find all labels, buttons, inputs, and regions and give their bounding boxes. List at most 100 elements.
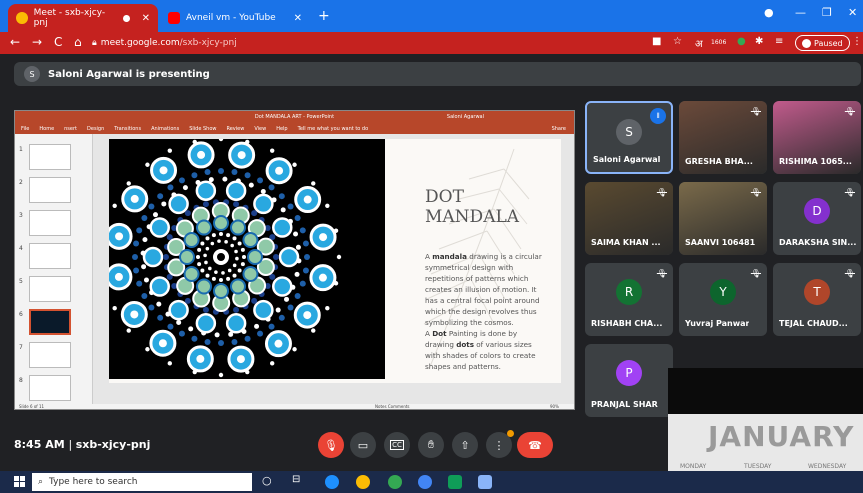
extension-badge[interactable]: 1606 bbox=[711, 39, 726, 46]
participant-tile[interactable]: SAIMA KHAN ... 🎙︎ bbox=[585, 182, 673, 255]
participant-name: Yuvraj Panwar bbox=[685, 319, 750, 328]
mic-off-button[interactable]: 🎙︎ bbox=[318, 432, 344, 458]
participant-tile[interactable]: RISHIMA 1065... 🎙︎ bbox=[773, 101, 861, 174]
slide-thumbnail[interactable] bbox=[29, 375, 71, 401]
ppt-menu-item[interactable]: Tell me what you want to do bbox=[298, 126, 369, 132]
search-placeholder: Type here to search bbox=[49, 477, 138, 487]
camera-indicator-icon[interactable]: ■ bbox=[652, 36, 661, 47]
meet-icon bbox=[16, 12, 28, 24]
windows-start-icon[interactable] bbox=[14, 476, 25, 487]
home-icon[interactable]: ⌂ bbox=[74, 35, 82, 49]
address-bar: ← → C ⌂ 🔒︎ meet.google.com/sxb-xjcy-pnj … bbox=[0, 32, 863, 54]
participant-tile[interactable]: GRESHA BHA... 🎙︎ bbox=[679, 101, 767, 174]
tab-meet[interactable]: Meet - sxb-xjcy-pnj ✕ bbox=[8, 4, 158, 32]
participant-tile[interactable]: P PRANJAL SHAR bbox=[585, 344, 673, 417]
profile-paused-button[interactable]: Paused bbox=[795, 35, 850, 51]
slide-thumbnail[interactable] bbox=[29, 243, 71, 269]
participant-tile[interactable]: S Saloni Agarwal ⦀ bbox=[585, 101, 673, 174]
puzzle-icon[interactable]: ✱ bbox=[755, 36, 763, 47]
app-blue-icon[interactable] bbox=[418, 475, 432, 489]
ppt-menu-item[interactable]: Design bbox=[87, 126, 104, 132]
slide-thumbnail[interactable] bbox=[29, 309, 71, 335]
new-tab-button[interactable]: + bbox=[318, 8, 330, 24]
participant-name: Saloni Agarwal bbox=[593, 155, 661, 164]
participant-tile[interactable]: T TEJAL CHAUD... 🎙︎ bbox=[773, 263, 861, 336]
bookmark-star-icon[interactable]: ☆ bbox=[673, 36, 682, 47]
slide-thumbnail[interactable] bbox=[29, 177, 71, 203]
mic-off-icon: 🎙︎ bbox=[750, 269, 761, 278]
thumbnail-number: 7 bbox=[19, 344, 23, 351]
chrome-icon[interactable] bbox=[356, 475, 370, 489]
participant-tile[interactable]: R RISHABH CHA... 🎙︎ bbox=[585, 263, 673, 336]
participant-name: SAIMA KHAN ... bbox=[591, 238, 661, 247]
queue-icon[interactable]: ≡ bbox=[775, 36, 783, 47]
close-tab-icon[interactable]: ✕ bbox=[294, 13, 302, 24]
ppt-menu-item[interactable]: Animations bbox=[151, 126, 179, 132]
more-vert-icon: ⋮ bbox=[493, 438, 505, 452]
thumbnail-number: 5 bbox=[19, 278, 23, 285]
more-button[interactable]: ⋮ bbox=[486, 430, 514, 458]
avatar: Y bbox=[710, 279, 736, 305]
participant-tile[interactable]: Y Yuvraj Panwar 🎙︎ bbox=[679, 263, 767, 336]
slide-thumbnail[interactable] bbox=[29, 144, 71, 170]
leave-button[interactable]: ☎︎ bbox=[517, 432, 553, 458]
slide-text-run: dots bbox=[456, 340, 474, 349]
forward-icon[interactable]: → bbox=[32, 35, 42, 49]
ppt-menu-item[interactable]: View bbox=[254, 126, 266, 132]
ppt-menu-item[interactable]: Help bbox=[276, 126, 287, 132]
ppt-statusbar: Slide 6 of 11 Notes Comments 90% bbox=[15, 404, 574, 409]
captions-button[interactable]: CC bbox=[384, 432, 410, 458]
avatar: S bbox=[616, 119, 642, 145]
participant-name: RISHABH CHA... bbox=[591, 319, 663, 328]
zoom-level: 90% bbox=[550, 404, 559, 409]
camera-button[interactable]: ▭ bbox=[350, 432, 376, 458]
mic-off-icon: 🎙︎ bbox=[656, 188, 667, 197]
ppt-menu-item[interactable]: nsert bbox=[64, 126, 77, 132]
browser-menu-icon[interactable]: ⋮ bbox=[852, 36, 862, 47]
profile-icon[interactable]: ● bbox=[764, 6, 774, 19]
mic-off-icon: 🎙︎ bbox=[844, 188, 855, 197]
tab-youtube[interactable]: Avneil vm - YouTube ✕ bbox=[160, 4, 310, 32]
reload-icon[interactable]: C bbox=[54, 35, 62, 49]
close-tab-icon[interactable]: ✕ bbox=[142, 13, 150, 24]
close-window-icon[interactable]: ✕ bbox=[848, 6, 857, 19]
extension-icon[interactable]: अ bbox=[695, 36, 703, 50]
thumbnail-number: 2 bbox=[19, 179, 23, 186]
slide-thumbnail[interactable] bbox=[29, 210, 71, 236]
meeting-info: 8:45 AM | sxb-xjcy-pnj bbox=[14, 438, 150, 451]
ppt-user: Saloni Agarwal bbox=[446, 114, 484, 120]
tab-label: Meet - sxb-xjcy-pnj bbox=[33, 8, 106, 28]
ppt-menu-item[interactable]: Slide Show bbox=[189, 126, 216, 132]
task-view-icon[interactable]: ⊟ bbox=[292, 474, 306, 488]
participant-tile[interactable]: D DARAKSHA SIN... 🎙︎ bbox=[773, 182, 861, 255]
thumbnail-number: 4 bbox=[19, 245, 23, 252]
app-teal-icon[interactable] bbox=[448, 475, 462, 489]
minimize-icon[interactable]: — bbox=[795, 6, 806, 19]
slide-thumbnail[interactable] bbox=[29, 342, 71, 368]
slide-thumbnail[interactable] bbox=[29, 276, 71, 302]
ppt-menu-item[interactable]: Share bbox=[552, 126, 566, 132]
cortana-icon[interactable]: ○ bbox=[262, 474, 276, 488]
edge-icon[interactable] bbox=[325, 475, 339, 489]
back-icon[interactable]: ← bbox=[10, 35, 20, 49]
ppt-menu-item[interactable]: Home bbox=[39, 126, 54, 132]
avatar: R bbox=[616, 279, 642, 305]
ppt-menu-item[interactable]: File bbox=[21, 126, 29, 132]
url-path: /sxb-xjcy-pnj bbox=[179, 38, 237, 48]
app-file-icon[interactable] bbox=[478, 475, 492, 489]
extension-green-icon[interactable]: ● bbox=[737, 36, 746, 47]
avatar bbox=[802, 38, 811, 48]
thumbnail-number: 1 bbox=[19, 146, 23, 153]
url-field[interactable]: 🔒︎ meet.google.com/sxb-xjcy-pnj bbox=[92, 35, 237, 51]
ppt-menu-item[interactable]: Review bbox=[226, 126, 244, 132]
notification-dot bbox=[507, 430, 514, 437]
ppt-menu-item[interactable]: Transitions bbox=[114, 126, 141, 132]
restore-icon[interactable]: ❐ bbox=[822, 6, 832, 19]
participant-tile[interactable]: SAANVI 106481 🎙︎ bbox=[679, 182, 767, 255]
meeting-code: sxb-xjcy-pnj bbox=[75, 438, 151, 451]
raise-hand-button[interactable]: ✋︎ bbox=[418, 432, 444, 458]
taskbar-search[interactable]: ⌕ Type here to search bbox=[32, 473, 252, 491]
phone-end-icon: ☎︎ bbox=[528, 438, 542, 452]
app-green-icon[interactable] bbox=[388, 475, 402, 489]
present-button[interactable]: ⇧ bbox=[452, 432, 478, 458]
